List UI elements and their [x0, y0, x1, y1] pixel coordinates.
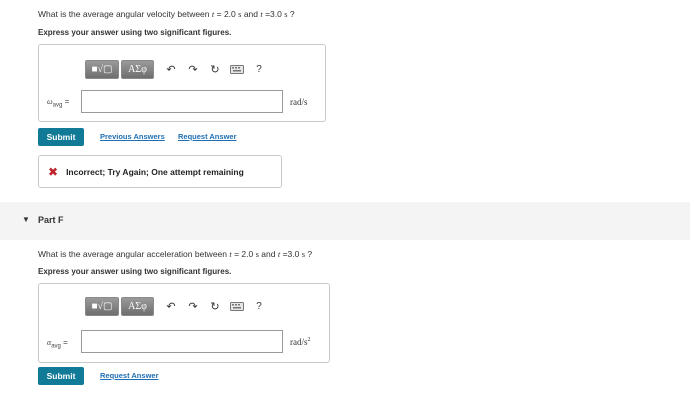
feedback-box: ✖ Incorrect; Try Again; One attempt rema… [38, 155, 282, 188]
omega-avg-input[interactable] [81, 90, 283, 113]
part-e-request-answer-link[interactable]: Request Answer [178, 132, 237, 141]
question-text: What is the average angular velocity bet… [38, 9, 212, 19]
and-text: and [241, 9, 261, 19]
alpha-avg-input[interactable] [81, 330, 283, 353]
previous-answers-link[interactable]: Previous Answers [100, 132, 165, 141]
keyboard-icon[interactable] [226, 297, 248, 316]
variable-subscript: avg [51, 343, 61, 350]
question-suffix: ? [287, 9, 295, 19]
keyboard-icon[interactable] [226, 60, 248, 79]
question-text: What is the average angular acceleration… [38, 249, 230, 259]
symbols-button[interactable]: ΑΣφ [121, 296, 154, 316]
math-toolbar: ■√▢ ΑΣφ ↶ ↷ ↻ ? [85, 59, 270, 79]
collapse-caret-icon[interactable]: ▼ [22, 215, 30, 224]
redo-icon[interactable]: ↷ [182, 60, 204, 79]
feedback-text: Incorrect; Try Again; One attempt remain… [66, 166, 244, 177]
part-f-question: What is the average angular acceleration… [38, 249, 312, 259]
and-text: and [258, 249, 278, 259]
part-f-submit-button[interactable]: Submit [38, 367, 84, 385]
part-f-instruction: Express your answer using two significan… [38, 267, 232, 276]
part-f-title: Part F [38, 215, 64, 225]
part-f-request-answer-link[interactable]: Request Answer [100, 371, 159, 380]
unit-base: rad/s [290, 337, 308, 347]
alpha-avg-label: αavg = [47, 338, 68, 350]
part-f-header[interactable]: ▼ Part F [0, 202, 690, 240]
part-e-submit-button[interactable]: Submit [38, 128, 84, 146]
incorrect-icon: ✖ [48, 164, 59, 179]
equals-sign: = [62, 97, 70, 106]
omega-unit: rad/s [290, 97, 308, 107]
equals-sign: = [60, 338, 68, 347]
reset-icon[interactable]: ↻ [204, 297, 226, 316]
undo-icon[interactable]: ↶ [160, 60, 182, 79]
keyboard-icon-svg [230, 301, 244, 311]
templates-button[interactable]: ■√▢ [85, 59, 119, 79]
math-toolbar: ■√▢ ΑΣφ ↶ ↷ ↻ ? [85, 296, 270, 316]
help-button[interactable]: ? [248, 297, 270, 316]
alpha-unit: rad/s2 [290, 337, 311, 347]
templates-button[interactable]: ■√▢ [85, 296, 119, 316]
t2-value: =3.0 [262, 9, 285, 19]
keyboard-icon-svg [230, 64, 244, 74]
t1-value: = 2.0 [231, 249, 256, 259]
omega-avg-label: ωavg = [47, 97, 69, 109]
unit-exponent: 2 [307, 337, 311, 343]
reset-icon[interactable]: ↻ [204, 60, 226, 79]
variable-subscript: avg [52, 102, 63, 109]
help-button[interactable]: ? [248, 60, 270, 79]
question-suffix: ? [305, 249, 313, 259]
undo-icon[interactable]: ↶ [160, 297, 182, 316]
part-f-answer-box: ■√▢ ΑΣφ ↶ ↷ ↻ ? αavg = rad/s2 [38, 283, 330, 363]
part-e-question: What is the average angular velocity bet… [38, 9, 295, 19]
redo-icon[interactable]: ↷ [182, 297, 204, 316]
part-e-answer-box: ■√▢ ΑΣφ ↶ ↷ ↻ ? ωavg = rad/s [38, 44, 326, 122]
part-e-instruction: Express your answer using two significan… [38, 28, 232, 37]
symbols-button[interactable]: ΑΣφ [121, 59, 154, 79]
t1-value: = 2.0 [214, 9, 239, 19]
t2-value: =3.0 [280, 249, 302, 259]
